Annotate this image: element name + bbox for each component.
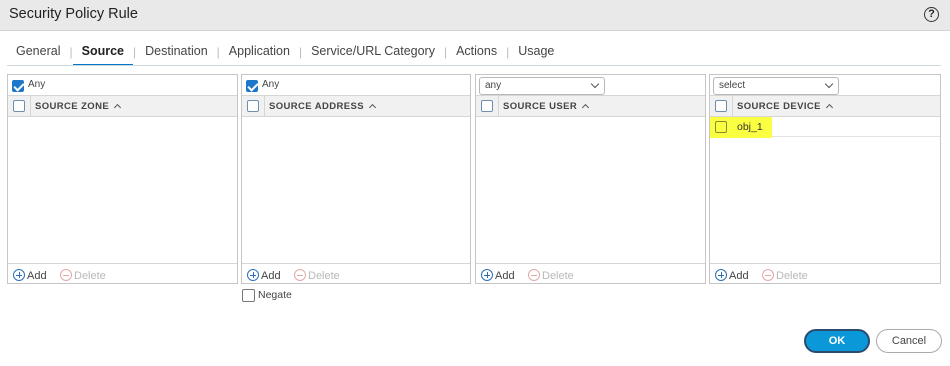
column-header: SOURCE ZONE xyxy=(8,95,237,117)
chevron-down-icon xyxy=(824,79,834,89)
add-button[interactable]: Add xyxy=(715,267,749,282)
table-row[interactable]: obj_1 xyxy=(710,117,940,138)
panel-top: Any xyxy=(242,75,470,95)
source-zone-panel: Any SOURCE ZONE Add Delete xyxy=(7,74,238,284)
select-value: select xyxy=(719,80,746,91)
add-circle-icon xyxy=(481,269,493,281)
delete-circle-icon xyxy=(294,269,306,281)
any-checkbox[interactable] xyxy=(12,80,24,92)
sort-ascending-icon xyxy=(582,103,590,112)
delete-circle-icon xyxy=(60,269,72,281)
column-header: SOURCE ADDRESS xyxy=(242,95,470,117)
column-title[interactable]: SOURCE ADDRESS xyxy=(269,101,377,112)
cancel-button[interactable]: Cancel xyxy=(876,329,942,353)
dialog-title: Security Policy Rule xyxy=(9,6,138,22)
column-header: SOURCE DEVICE xyxy=(710,95,940,117)
column-title-text: SOURCE DEVICE xyxy=(737,101,821,112)
delete-button[interactable]: Delete xyxy=(762,267,808,282)
tab-actions[interactable]: Actions xyxy=(447,40,506,66)
tab-service-url-category[interactable]: Service/URL Category xyxy=(302,40,444,66)
column-divider xyxy=(732,96,733,116)
delete-button[interactable]: Delete xyxy=(60,267,106,282)
panel-top: select xyxy=(710,75,940,95)
delete-label: Delete xyxy=(776,270,808,282)
select-all-checkbox[interactable] xyxy=(715,100,727,112)
add-label: Add xyxy=(729,270,749,282)
tab-destination[interactable]: Destination xyxy=(136,40,217,66)
panel-footer: Add Delete xyxy=(242,263,470,283)
tab-usage[interactable]: Usage xyxy=(509,40,563,66)
panel-footer: Add Delete xyxy=(476,263,705,283)
select-all-checkbox[interactable] xyxy=(247,100,259,112)
add-button[interactable]: Add xyxy=(481,267,515,282)
delete-button[interactable]: Delete xyxy=(294,267,340,282)
any-checkbox[interactable] xyxy=(246,80,258,92)
help-icon[interactable]: ? xyxy=(924,7,939,22)
add-circle-icon xyxy=(247,269,259,281)
panel-top: any xyxy=(476,75,705,95)
tab-underline-rule xyxy=(7,65,941,66)
any-label: Any xyxy=(28,79,46,90)
column-divider xyxy=(264,96,265,116)
delete-label: Delete xyxy=(308,270,340,282)
panel-top: Any xyxy=(8,75,237,95)
source-user-panel: any SOURCE USER Add Delete xyxy=(475,74,706,284)
source-device-panel: select SOURCE DEVICE obj_1 Add Delete xyxy=(709,74,941,284)
select-all-checkbox[interactable] xyxy=(481,100,493,112)
chevron-down-icon xyxy=(590,79,600,89)
column-divider xyxy=(498,96,499,116)
device-object-name: obj_1 xyxy=(737,121,763,133)
column-title-text: SOURCE USER xyxy=(503,101,578,112)
select-value: any xyxy=(485,80,502,91)
tab-source[interactable]: Source xyxy=(72,40,133,66)
add-circle-icon xyxy=(13,269,25,281)
add-button[interactable]: Add xyxy=(13,267,47,282)
any-label: Any xyxy=(262,79,280,90)
add-button[interactable]: Add xyxy=(247,267,281,282)
panel-footer: Add Delete xyxy=(710,263,940,283)
dialog-titlebar: Security Policy Rule ? xyxy=(0,0,950,31)
column-title[interactable]: SOURCE USER xyxy=(503,101,590,112)
source-user-select[interactable]: any xyxy=(479,77,605,95)
delete-label: Delete xyxy=(542,270,574,282)
negate-checkbox[interactable] xyxy=(242,289,255,302)
column-header: SOURCE USER xyxy=(476,95,705,117)
column-title[interactable]: SOURCE ZONE xyxy=(35,101,122,112)
add-circle-icon xyxy=(715,269,727,281)
column-title-text: SOURCE ADDRESS xyxy=(269,101,364,112)
add-label: Add xyxy=(27,270,47,282)
tab-general[interactable]: General xyxy=(7,40,69,66)
add-label: Add xyxy=(495,270,515,282)
sort-ascending-icon xyxy=(825,103,833,112)
ok-button[interactable]: OK xyxy=(804,329,870,353)
delete-label: Delete xyxy=(74,270,106,282)
tab-bar: General | Source | Destination | Applica… xyxy=(7,40,563,66)
delete-circle-icon xyxy=(762,269,774,281)
sort-ascending-icon xyxy=(368,103,377,112)
add-label: Add xyxy=(261,270,281,282)
sort-ascending-icon xyxy=(114,103,122,112)
column-divider xyxy=(30,96,31,116)
column-title[interactable]: SOURCE DEVICE xyxy=(737,101,833,112)
select-all-checkbox[interactable] xyxy=(13,100,25,112)
column-title-text: SOURCE ZONE xyxy=(35,101,110,112)
tab-application[interactable]: Application xyxy=(220,40,299,66)
panel-footer: Add Delete xyxy=(8,263,237,283)
negate-label: Negate xyxy=(258,289,292,301)
delete-button[interactable]: Delete xyxy=(528,267,574,282)
row-checkbox[interactable] xyxy=(715,121,727,133)
source-device-select[interactable]: select xyxy=(713,77,839,95)
source-address-panel: Any SOURCE ADDRESS Add Delete xyxy=(241,74,471,284)
delete-circle-icon xyxy=(528,269,540,281)
